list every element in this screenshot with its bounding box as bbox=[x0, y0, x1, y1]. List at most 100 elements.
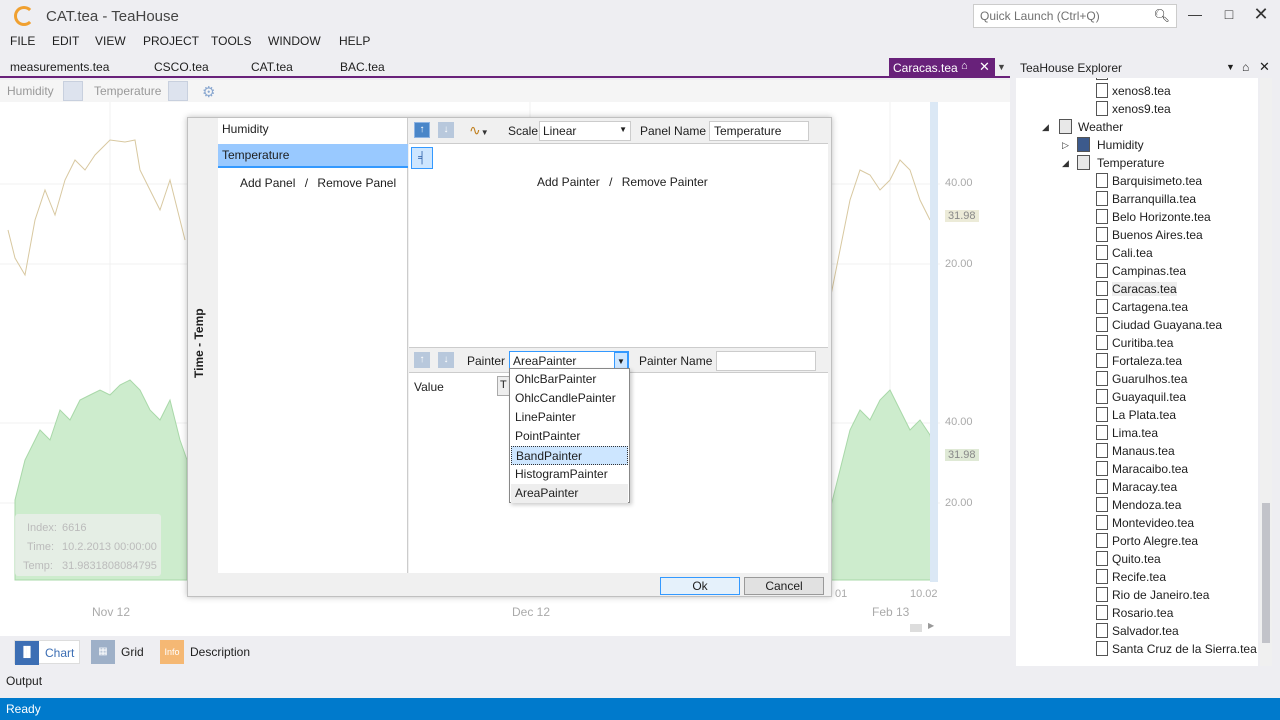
painter-dropdown-list: OhlcBarPainter OhlcCandlePainter LinePai… bbox=[509, 368, 630, 503]
temperature-bar-icon[interactable] bbox=[168, 81, 188, 101]
tree-file-label: Cartagena.tea bbox=[1112, 300, 1189, 314]
painter-type-icon[interactable]: ∿▼ bbox=[469, 122, 489, 139]
cancel-button[interactable]: Cancel bbox=[744, 577, 824, 595]
panel-name-label: Panel Name bbox=[640, 124, 707, 138]
file-icon bbox=[1096, 587, 1108, 602]
tab-bac[interactable]: BAC.tea bbox=[340, 60, 385, 74]
add-painter-link[interactable]: Add Painter bbox=[537, 175, 600, 189]
tab-grid[interactable]: ▦ Grid bbox=[91, 640, 151, 664]
collapse-icon[interactable]: ◢ bbox=[1042, 122, 1049, 133]
tab-cat[interactable]: CAT.tea bbox=[251, 60, 293, 74]
humidity-line-icon[interactable] bbox=[63, 81, 83, 101]
tree-file-label: xenos9.tea bbox=[1112, 102, 1171, 116]
current-value-top: 31.98 bbox=[945, 210, 979, 222]
search-icon[interactable]: 🔍︎ bbox=[1153, 8, 1170, 24]
option-ohlcbarpainter[interactable]: OhlcBarPainter bbox=[511, 370, 628, 389]
status-bar: Ready bbox=[0, 698, 1280, 720]
option-pointpainter[interactable]: PointPainter bbox=[511, 427, 628, 446]
option-areapainter[interactable]: AreaPainter bbox=[511, 484, 628, 503]
tab-chart-label: Chart bbox=[45, 646, 75, 660]
option-ohlccandlepainter[interactable]: OhlcCandlePainter bbox=[511, 389, 628, 408]
value-label: Value bbox=[414, 380, 444, 394]
panel-item-temperature[interactable]: Temperature bbox=[218, 144, 408, 168]
tree-file-label: Belo Horizonte.tea bbox=[1112, 210, 1211, 224]
file-icon bbox=[1096, 497, 1108, 512]
explorer-menu-icon[interactable]: ▼ bbox=[1226, 62, 1235, 72]
move-down-icon[interactable]: ↓ bbox=[438, 122, 454, 138]
option-bandpainter[interactable]: BandPainter bbox=[511, 446, 628, 465]
explorer-close-icon[interactable]: ✕ bbox=[1259, 59, 1270, 75]
humidity-panel-label: Humidity bbox=[7, 84, 54, 98]
collapse-icon[interactable]: ◢ bbox=[1062, 158, 1069, 169]
remove-painter-link[interactable]: Remove Painter bbox=[622, 175, 708, 189]
option-histogrampainter[interactable]: HistogramPainter bbox=[511, 465, 628, 484]
file-icon bbox=[1096, 533, 1108, 548]
tree-file-label: Santa Cruz de la Sierra.tea bbox=[1112, 642, 1257, 656]
tree-file-label: Cali.tea bbox=[1112, 246, 1153, 260]
explorer-scrollbar[interactable] bbox=[1260, 78, 1272, 666]
tree-folder-label: Weather bbox=[1078, 120, 1124, 134]
painter-select-value: AreaPainter bbox=[513, 354, 577, 368]
tree-file-label: Montevideo.tea bbox=[1112, 516, 1195, 530]
tree-file-label: Lima.tea bbox=[1112, 426, 1159, 440]
quick-launch-input[interactable]: Quick Launch (Ctrl+Q) 🔍︎ bbox=[973, 4, 1177, 28]
close-icon[interactable]: ✕ bbox=[1244, 4, 1278, 26]
painter-item-histogram[interactable]: ╡ bbox=[411, 147, 433, 169]
menu-tools[interactable]: TOOLS bbox=[211, 34, 251, 48]
explorer-scroll-thumb[interactable] bbox=[1262, 503, 1270, 643]
panel-list: Humidity Temperature Add Panel / Remove … bbox=[218, 118, 408, 573]
remove-panel-link[interactable]: Remove Panel bbox=[317, 176, 396, 190]
settings-gear-icon[interactable]: ⚙ bbox=[202, 83, 215, 101]
menu-file[interactable]: FILE bbox=[10, 34, 35, 48]
panel-item-humidity[interactable]: Humidity bbox=[218, 118, 408, 142]
move-up-icon[interactable]: ↑ bbox=[414, 122, 430, 138]
menu-help[interactable]: HELP bbox=[339, 34, 370, 48]
chart-icon: ▐▌ bbox=[15, 641, 39, 665]
file-icon bbox=[1096, 353, 1108, 368]
option-linepainter[interactable]: LinePainter bbox=[511, 408, 628, 427]
painter-move-up-icon[interactable]: ↑ bbox=[414, 352, 430, 368]
tree-file-label: Guarulhos.tea bbox=[1112, 372, 1188, 386]
tab-chart[interactable]: ▐▌ Chart bbox=[14, 640, 80, 665]
menu-view[interactable]: VIEW bbox=[95, 34, 126, 48]
painter-label: Painter bbox=[467, 354, 506, 368]
tab-description-label: Description bbox=[190, 645, 251, 659]
view-tabs: ▐▌ Chart ▦ Grid Info Description bbox=[0, 636, 1010, 666]
tree-file-label: Caracas.tea bbox=[1112, 282, 1177, 296]
tree-file-label: Fortaleza.tea bbox=[1112, 354, 1183, 368]
h-scroll-thumb[interactable] bbox=[910, 624, 922, 632]
pin-icon[interactable]: ⌂ bbox=[961, 60, 968, 72]
panel-props-toolbar: ↑ ↓ ∿▼ Scale Linear ▼ Panel Name Tempera… bbox=[409, 118, 828, 144]
tab-measurements[interactable]: measurements.tea bbox=[10, 60, 109, 74]
panel-name-input[interactable]: Temperature bbox=[709, 121, 809, 141]
info-time-value: 10.2.2013 00:00:00 bbox=[62, 541, 157, 553]
explorer-pin-icon[interactable]: ⌂ bbox=[1242, 60, 1249, 74]
info-time-label: Time: bbox=[27, 541, 55, 553]
file-icon bbox=[1096, 335, 1108, 350]
add-panel-link[interactable]: Add Panel bbox=[240, 176, 295, 190]
menu-edit[interactable]: EDIT bbox=[52, 34, 79, 48]
tab-list-dropdown-icon[interactable]: ▼ bbox=[997, 62, 1006, 72]
scale-select[interactable]: Linear ▼ bbox=[539, 121, 631, 141]
painter-move-down-icon[interactable]: ↓ bbox=[438, 352, 454, 368]
y-tick-40-top: 40.00 bbox=[945, 177, 973, 189]
ok-button[interactable]: Ok bbox=[660, 577, 740, 595]
menu-project[interactable]: PROJECT bbox=[143, 34, 199, 48]
minimize-icon[interactable]: — bbox=[1178, 4, 1212, 26]
painter-name-input[interactable] bbox=[716, 351, 816, 371]
x-partial-label: 01 bbox=[835, 588, 848, 600]
tab-caracas[interactable]: Caracas.tea ⌂ ✕ bbox=[889, 58, 995, 78]
file-icon bbox=[1096, 191, 1108, 206]
menu-window[interactable]: WINDOW bbox=[268, 34, 321, 48]
file-icon bbox=[1096, 515, 1108, 530]
tree-file-label: Manaus.tea bbox=[1112, 444, 1175, 458]
tab-csco[interactable]: CSCO.tea bbox=[154, 60, 209, 74]
tab-description[interactable]: Info Description bbox=[160, 640, 260, 664]
maximize-icon[interactable]: □ bbox=[1212, 4, 1246, 26]
output-pane-title[interactable]: Output bbox=[6, 674, 42, 688]
tab-close-icon[interactable]: ✕ bbox=[979, 59, 990, 75]
file-icon bbox=[1096, 461, 1108, 476]
scroll-right-icon[interactable]: ▶ bbox=[928, 621, 934, 630]
expand-icon[interactable]: ▷ bbox=[1062, 140, 1069, 151]
panel-actions-separator: / bbox=[304, 176, 309, 190]
